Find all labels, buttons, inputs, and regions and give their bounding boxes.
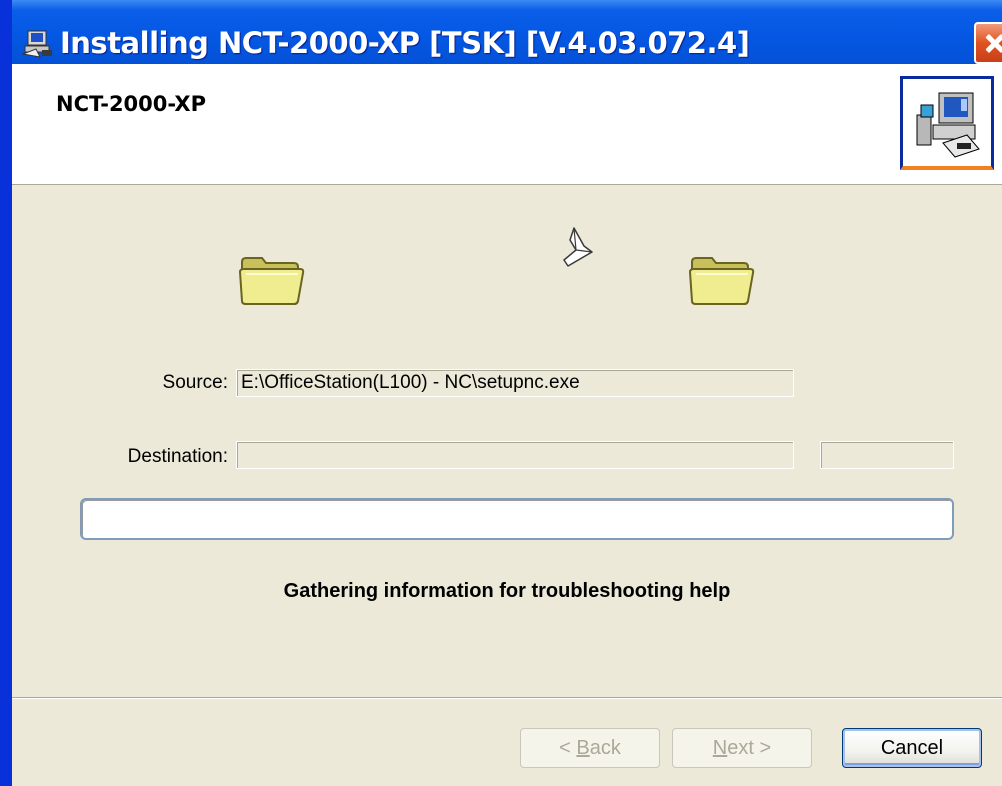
destination-size-field xyxy=(820,441,954,469)
header-banner: NCT-2000-XP xyxy=(12,64,1002,185)
installer-computer-icon xyxy=(22,30,52,58)
source-label: Source: xyxy=(162,372,228,393)
installer-window: Installing NCT-2000-XP [TSK] [V.4.03.072… xyxy=(0,0,1002,786)
source-folder-icon xyxy=(238,257,305,305)
destination-label: Destination: xyxy=(127,446,228,467)
progress-bar xyxy=(80,498,954,540)
window-title: Installing NCT-2000-XP [TSK] [V.4.03.072… xyxy=(60,26,750,60)
back-button[interactable]: < Back xyxy=(520,728,660,768)
close-button[interactable] xyxy=(974,22,1002,64)
cancel-button[interactable]: Cancel xyxy=(842,728,982,768)
product-name: NCT-2000-XP xyxy=(56,92,206,116)
paper-plane-icon xyxy=(563,227,593,267)
destination-folder-icon xyxy=(688,257,755,305)
destination-field xyxy=(236,441,794,469)
next-button[interactable]: Next > xyxy=(672,728,812,768)
status-message: Gathering information for troubleshootin… xyxy=(283,580,731,602)
source-field: E:\OfficeStation(L100) - NC\setupnc.exe xyxy=(236,369,794,397)
computer-setup-icon xyxy=(900,76,994,170)
